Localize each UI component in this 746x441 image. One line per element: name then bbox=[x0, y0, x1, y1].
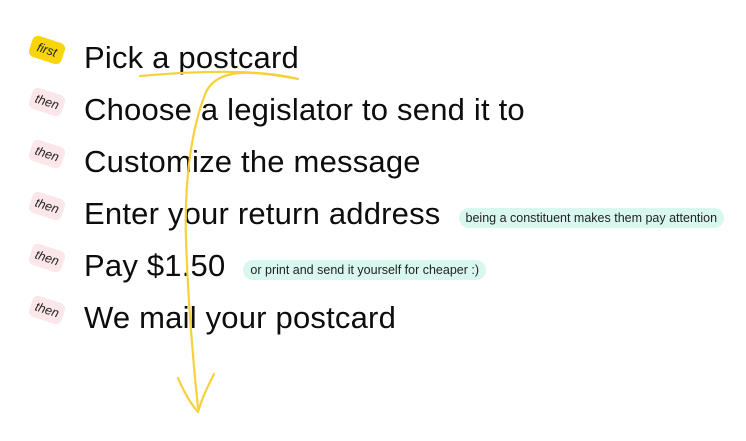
step-customize-message: then Customize the message bbox=[27, 138, 421, 182]
step-pick-postcard: first Pick a postcard bbox=[27, 34, 299, 78]
badge-then: then bbox=[27, 242, 67, 274]
step-return-address: then Enter your return address being a c… bbox=[27, 190, 725, 234]
badge-then: then bbox=[27, 190, 67, 222]
step-choose-legislator: then Choose a legislator to send it to bbox=[27, 86, 525, 130]
step-label: Pay $1.50 bbox=[84, 248, 226, 283]
badge-then: then bbox=[27, 294, 67, 326]
step-note: or print and send it yourself for cheape… bbox=[243, 260, 486, 280]
step-label: We mail your postcard bbox=[84, 300, 397, 335]
step-label: Enter your return address bbox=[84, 196, 441, 231]
steps-list: first Pick a postcard then Choose a legi… bbox=[0, 0, 746, 441]
badge-first: first bbox=[27, 34, 67, 66]
badge-then: then bbox=[27, 138, 67, 170]
step-label: Pick a postcard bbox=[84, 40, 299, 75]
step-label: Choose a legislator to send it to bbox=[84, 92, 525, 127]
badge-then: then bbox=[27, 86, 67, 118]
step-pay: then Pay $1.50 or print and send it your… bbox=[27, 242, 486, 286]
step-label: Customize the message bbox=[84, 144, 421, 179]
step-mail-postcard: then We mail your postcard bbox=[27, 294, 397, 338]
step-note: being a constituent makes them pay atten… bbox=[458, 208, 725, 228]
